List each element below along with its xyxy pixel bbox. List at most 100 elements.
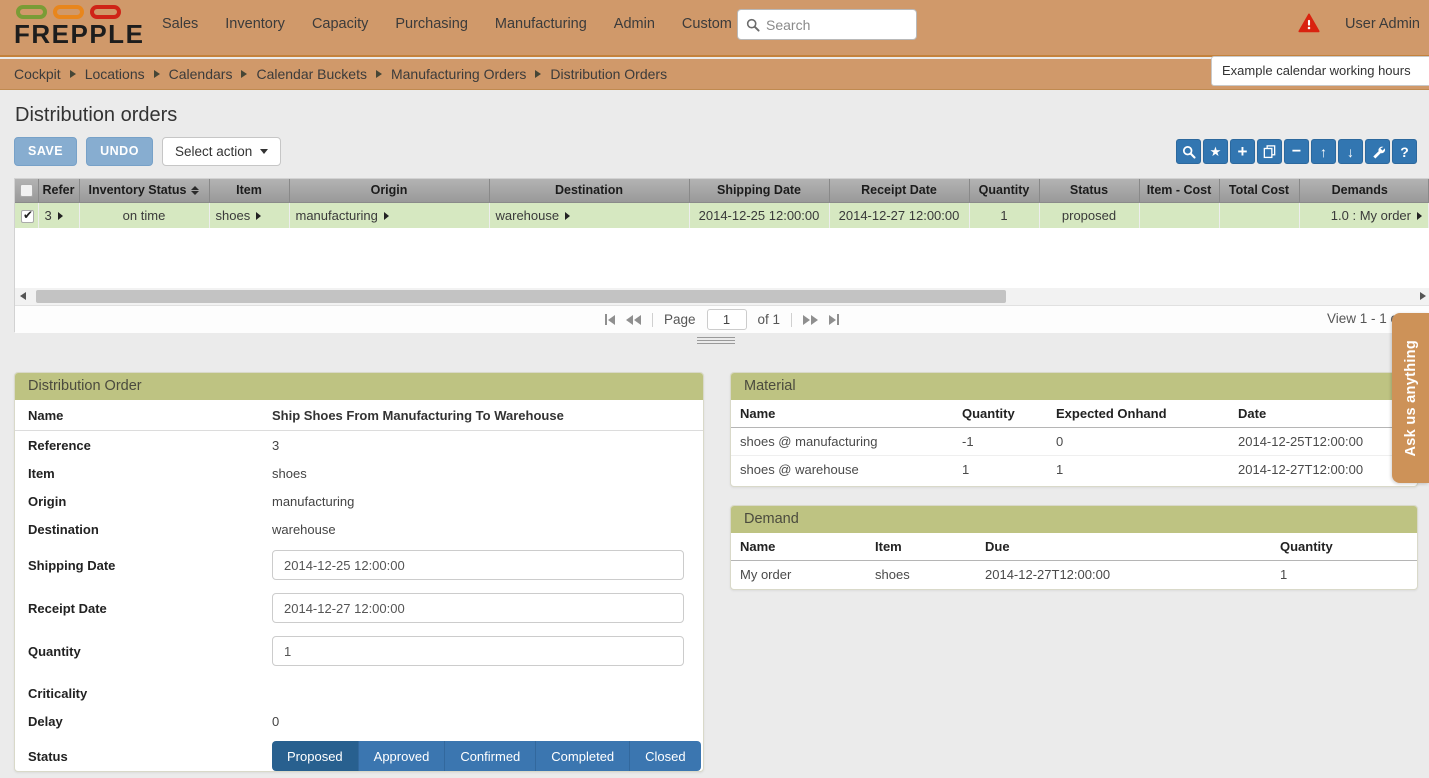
drilldown-icon[interactable] — [1417, 212, 1422, 220]
breadcrumb-cockpit[interactable]: Cockpit — [14, 66, 61, 82]
menu-capacity[interactable]: Capacity — [312, 16, 368, 32]
move-up-button[interactable] — [1311, 139, 1336, 164]
field-quantity: Quantity — [15, 636, 703, 666]
add-row-button[interactable] — [1230, 139, 1255, 164]
cell-reference[interactable]: 3 — [38, 202, 79, 228]
delete-row-button[interactable] — [1284, 139, 1309, 164]
search-tool-button[interactable] — [1176, 139, 1201, 164]
breadcrumb-calendar-buckets[interactable]: Calendar Buckets — [256, 66, 367, 82]
col-total-cost[interactable]: Total Cost — [1219, 179, 1299, 202]
breadcrumb-calendars[interactable]: Calendars — [169, 66, 233, 82]
logo-text: FREPPLE — [14, 19, 144, 49]
receipt-date-input[interactable] — [272, 593, 684, 623]
col-receipt-date[interactable]: Receipt Date — [829, 179, 969, 202]
drilldown-icon[interactable] — [565, 212, 570, 220]
col-inventory-status[interactable]: Inventory Status — [79, 179, 209, 202]
copy-row-button[interactable] — [1257, 139, 1282, 164]
menu-manufacturing[interactable]: Manufacturing — [495, 16, 587, 32]
col-destination[interactable]: Destination — [489, 179, 689, 202]
status-confirmed-button[interactable]: Confirmed — [445, 741, 536, 771]
breadcrumb-separator-icon — [154, 70, 160, 78]
breadcrumb-distribution-orders[interactable]: Distribution Orders — [550, 66, 667, 82]
cell-origin[interactable]: manufacturing — [289, 202, 489, 228]
warning-icon[interactable] — [1298, 13, 1320, 33]
quick-access-link[interactable]: Example calendar working hours — [1211, 56, 1429, 86]
save-button[interactable]: SAVE — [14, 137, 77, 166]
breadcrumb-locations[interactable]: Locations — [85, 66, 145, 82]
cell-total-cost[interactable] — [1219, 202, 1299, 228]
menu-custom[interactable]: Custom — [682, 16, 732, 32]
cell-demands[interactable]: 1.0 : My order — [1299, 202, 1429, 228]
material-header-row: Name Quantity Expected Onhand Date — [731, 400, 1417, 427]
material-row: shoes @ warehouse 1 1 2014-12-27T12:00:0… — [731, 455, 1417, 483]
scrollbar-thumb[interactable] — [36, 290, 1006, 303]
next-page-button[interactable] — [803, 315, 818, 325]
pager-divider — [791, 313, 792, 327]
select-all-header[interactable] — [15, 179, 38, 202]
col-status[interactable]: Status — [1039, 179, 1139, 202]
customize-button[interactable] — [1365, 139, 1390, 164]
destination-value: warehouse — [272, 522, 336, 537]
menu-sales[interactable]: Sales — [162, 16, 198, 32]
cell-item[interactable]: shoes — [209, 202, 289, 228]
cell-destination[interactable]: warehouse — [489, 202, 689, 228]
drilldown-icon[interactable] — [384, 212, 389, 220]
col-shipping-date[interactable]: Shipping Date — [689, 179, 829, 202]
undo-button[interactable]: UNDO — [86, 137, 153, 166]
col-demands[interactable]: Demands — [1299, 179, 1429, 202]
ask-us-anything-tab[interactable]: Ask us anything — [1392, 313, 1429, 483]
cell-shipping-date[interactable]: 2014-12-25 12:00:00 — [689, 202, 829, 228]
resize-grip[interactable] — [697, 337, 735, 346]
col-item-cost[interactable]: Item - Cost — [1139, 179, 1219, 202]
select-action-label: Select action — [175, 144, 252, 159]
select-action-dropdown[interactable]: Select action — [162, 137, 281, 166]
quantity-input[interactable] — [272, 636, 684, 666]
logo-pill-orange-icon — [53, 5, 84, 19]
col-quantity[interactable]: Quantity — [969, 179, 1039, 202]
search-input[interactable] — [766, 17, 906, 33]
drilldown-icon[interactable] — [256, 212, 261, 220]
scroll-left-icon[interactable] — [20, 292, 26, 300]
col-reference[interactable]: Refer — [38, 179, 79, 202]
prev-page-button[interactable] — [626, 315, 641, 325]
drilldown-icon[interactable] — [58, 212, 63, 220]
move-down-button[interactable] — [1338, 139, 1363, 164]
menu-admin[interactable]: Admin — [614, 16, 655, 32]
first-page-button[interactable] — [605, 314, 615, 325]
scroll-right-icon[interactable] — [1420, 292, 1426, 300]
menu-inventory[interactable]: Inventory — [225, 16, 285, 32]
cell-item-cost[interactable] — [1139, 202, 1219, 228]
status-approved-button[interactable]: Approved — [359, 741, 446, 771]
select-all-checkbox[interactable] — [20, 184, 33, 197]
panel-title: Demand — [731, 506, 1417, 533]
menu-purchasing[interactable]: Purchasing — [395, 16, 468, 32]
field-status: Status Proposed Approved Confirmed Compl… — [15, 741, 703, 771]
cell-quantity[interactable]: 1 — [969, 202, 1039, 228]
frepple-logo[interactable]: FREPPLE — [14, 5, 144, 49]
favorite-button[interactable] — [1203, 139, 1228, 164]
col-origin[interactable]: Origin — [289, 179, 489, 202]
shipping-date-input[interactable] — [272, 550, 684, 580]
help-button[interactable] — [1392, 139, 1417, 164]
frepple-app: FREPPLE Sales Inventory Capacity Purchas… — [0, 0, 1429, 778]
cell-status[interactable]: proposed — [1039, 202, 1139, 228]
status-closed-button[interactable]: Closed — [630, 741, 700, 771]
row-checkbox[interactable] — [21, 210, 34, 223]
col-item[interactable]: Item — [209, 179, 289, 202]
cell-receipt-date[interactable]: 2014-12-27 12:00:00 — [829, 202, 969, 228]
cell-select[interactable] — [15, 202, 38, 228]
breadcrumb-separator-icon — [376, 70, 382, 78]
page-number-input[interactable] — [707, 309, 747, 330]
item-value: shoes — [272, 466, 307, 481]
horizontal-scrollbar[interactable] — [15, 288, 1429, 305]
field-name: Name Ship Shoes From Manufacturing To Wa… — [15, 400, 703, 431]
field-origin: Origin manufacturing — [15, 487, 703, 515]
global-search[interactable] — [737, 9, 917, 40]
user-menu[interactable]: User Admin — [1345, 16, 1420, 32]
distribution-order-panel: Distribution Order Name Ship Shoes From … — [14, 372, 704, 772]
status-completed-button[interactable]: Completed — [536, 741, 630, 771]
status-proposed-button[interactable]: Proposed — [272, 741, 359, 771]
cell-inventory-status[interactable]: on time — [79, 202, 209, 228]
breadcrumb-manufacturing-orders[interactable]: Manufacturing Orders — [391, 66, 526, 82]
last-page-button[interactable] — [829, 314, 839, 325]
